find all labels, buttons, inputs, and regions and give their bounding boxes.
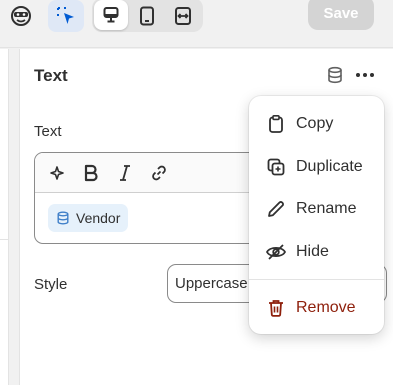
- style-select-value: Uppercase: [175, 275, 248, 292]
- save-button[interactable]: Save: [308, 0, 374, 30]
- top-toolbar: Save: [0, 0, 393, 48]
- menu-item-label: Rename: [296, 200, 357, 217]
- dynamic-source-tag[interactable]: Vendor: [48, 204, 129, 232]
- duplicate-icon: [265, 156, 287, 178]
- menu-item-duplicate[interactable]: Duplicate: [249, 147, 384, 187]
- style-field-label: Style: [34, 276, 68, 293]
- more-actions-icon[interactable]: [353, 65, 377, 85]
- clipboard-icon: [265, 113, 287, 135]
- context-menu: Copy Duplicate Rename Hide Remove: [249, 96, 384, 334]
- menu-item-rename[interactable]: Rename: [249, 189, 384, 229]
- bold-icon[interactable]: [81, 163, 101, 183]
- tag-database-icon: [57, 211, 69, 225]
- selector-icon[interactable]: [48, 0, 84, 32]
- mobile-icon[interactable]: [132, 0, 162, 32]
- ai-sparkle-icon[interactable]: [47, 163, 67, 183]
- link-icon[interactable]: [149, 163, 169, 183]
- sidebar-divider: [0, 239, 9, 240]
- menu-item-label: Duplicate: [296, 158, 363, 175]
- tag-label: Vendor: [76, 210, 121, 226]
- eye-slash-icon: [265, 241, 287, 263]
- text-field-label: Text: [34, 123, 62, 140]
- panel-title: Text: [34, 66, 68, 85]
- theme-icon[interactable]: [6, 0, 36, 32]
- pencil-icon: [265, 198, 287, 220]
- left-sidebar: [0, 49, 9, 385]
- database-icon[interactable]: [326, 66, 344, 89]
- menu-divider: [249, 279, 384, 280]
- menu-item-label: Hide: [296, 243, 329, 260]
- menu-item-copy[interactable]: Copy: [249, 104, 384, 144]
- menu-item-label: Remove: [296, 299, 356, 316]
- menu-item-hide[interactable]: Hide: [249, 232, 384, 272]
- menu-item-label: Copy: [296, 115, 334, 132]
- trash-icon: [265, 297, 287, 319]
- menu-item-remove[interactable]: Remove: [249, 288, 384, 328]
- fullwidth-icon[interactable]: [168, 0, 198, 32]
- desktop-icon[interactable]: [94, 0, 128, 30]
- italic-icon[interactable]: [115, 163, 135, 183]
